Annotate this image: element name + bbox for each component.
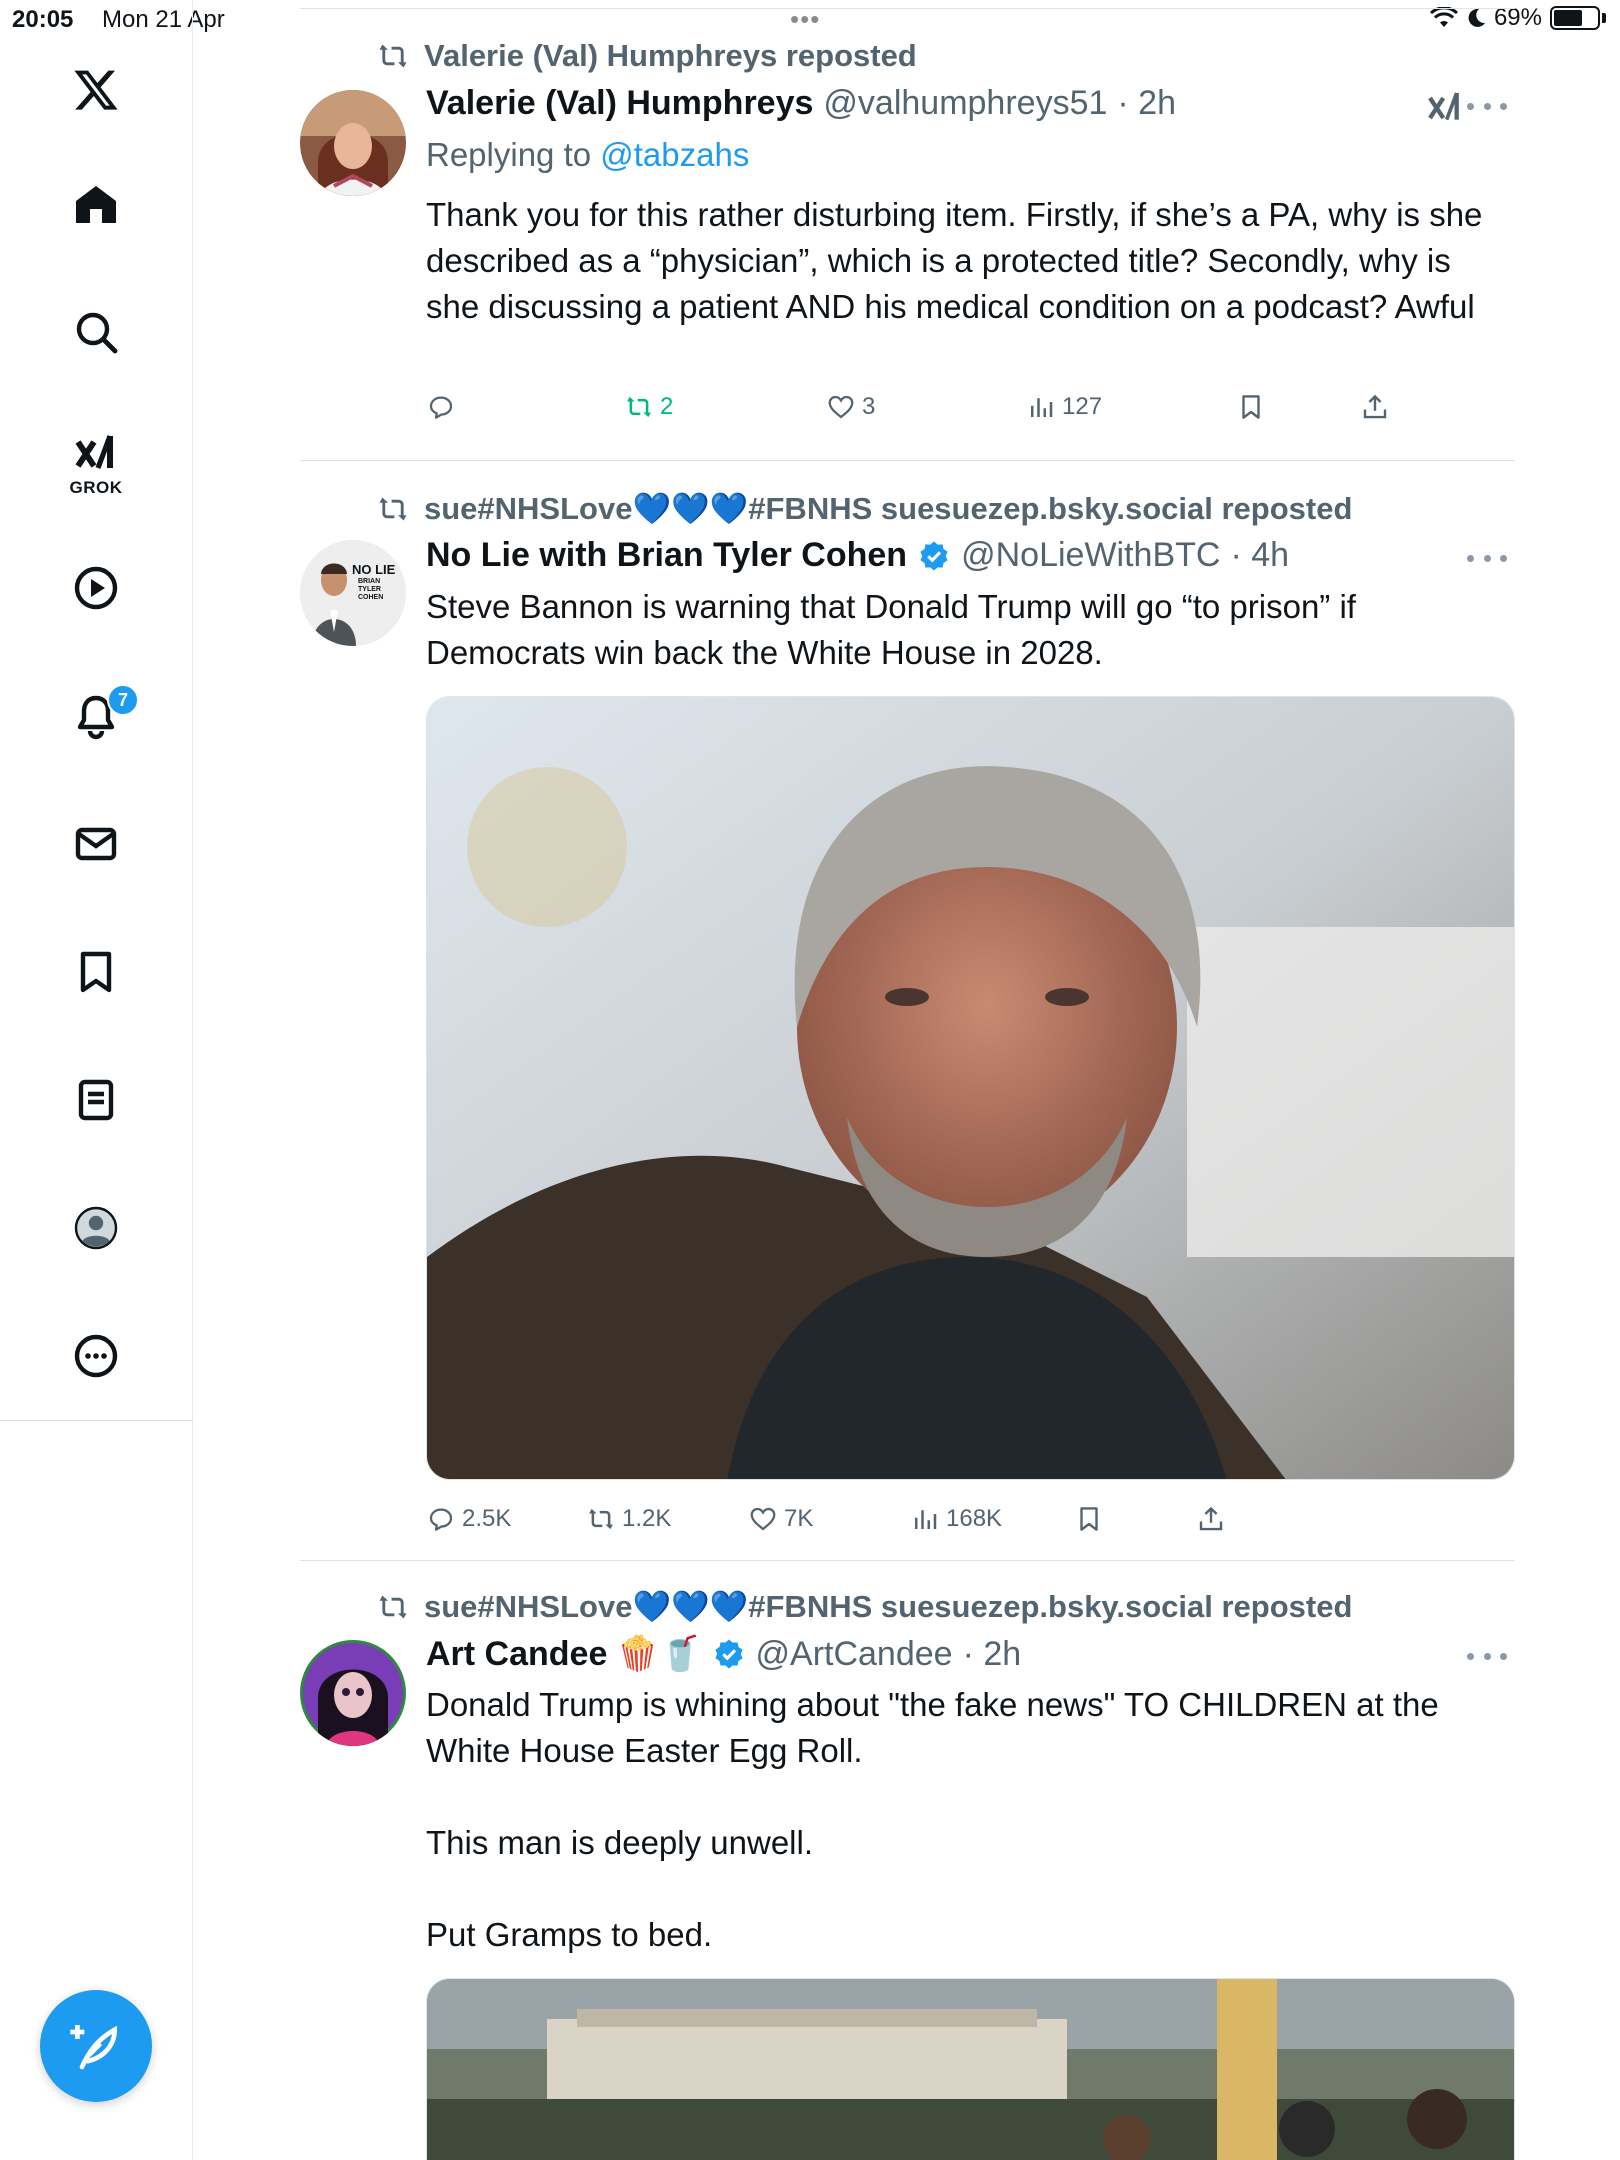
handle[interactable]: @NoLieWithBTC (961, 536, 1220, 575)
repost-icon (379, 1595, 407, 1618)
repost-label: Valerie (Val) Humphreys reposted (424, 38, 917, 73)
sidebar: GROK 7 (0, 0, 193, 2160)
view-count: 127 (1062, 393, 1103, 420)
repost-indicator: Valerie (Val) Humphreys reposted (376, 38, 917, 74)
repost-icon (379, 497, 407, 520)
post-text: Steve Bannon is warning that Donald Trum… (426, 588, 1356, 671)
repost-count: 2 (660, 393, 674, 420)
more-circle-icon[interactable] (66, 1326, 126, 1386)
like-button[interactable]: 7K (748, 1504, 813, 1534)
avatar[interactable]: NO LIE BRIAN TYLER COHEN (300, 540, 406, 646)
handle[interactable]: @valhumphreys51 (823, 84, 1107, 123)
views-button[interactable]: 168K (910, 1504, 1002, 1534)
post-text: Thank you for this rather disturbing ite… (426, 196, 1483, 325)
views-icon (1031, 398, 1053, 417)
repost-button[interactable]: 1.2K (586, 1504, 671, 1534)
search-icon[interactable] (66, 302, 126, 362)
timeline-feed: Valerie (Val) Humphreys reposted Valerie… (300, 0, 1515, 2160)
bookmark-button[interactable] (1074, 1504, 1104, 1534)
envelope-icon[interactable] (66, 814, 126, 874)
verified-badge-icon (712, 1637, 746, 1671)
battery-icon (1550, 6, 1600, 30)
repost-icon (379, 44, 407, 68)
repost-icon (627, 396, 651, 418)
more-options-icon[interactable] (1467, 96, 1507, 116)
post-actions: 2.5K 1.2K 7K 168K (426, 1504, 1511, 1544)
repost-label: sue#NHSLove💙💙💙#FBNHS suesuezep.bsky.soci… (424, 1589, 1353, 1624)
avatar[interactable] (300, 1640, 406, 1746)
repost-count: 1.2K (622, 1505, 672, 1532)
bookmark-icon (1080, 1507, 1098, 1531)
mention-link[interactable]: @tabzahs (600, 136, 749, 173)
display-name[interactable]: Art Candee 🍿🥤 (426, 1634, 702, 1674)
notification-badge: 7 (107, 684, 139, 716)
repost-button[interactable]: 2 (624, 392, 673, 422)
post-image[interactable] (426, 696, 1515, 1480)
views-button[interactable]: 127 (1026, 392, 1102, 422)
repost-icon (589, 1508, 613, 1530)
avatar-brand-text: NO LIE (352, 562, 396, 577)
avatar-brand-subtext: BRIAN TYLER COHEN (358, 578, 384, 601)
grok-icon[interactable] (1425, 88, 1465, 128)
display-name[interactable]: No Lie with Brian Tyler Cohen (426, 536, 907, 575)
post-time[interactable]: · 2h (1117, 84, 1176, 123)
post-time[interactable]: · 2h (963, 1635, 1022, 1674)
bookmark-icon (1242, 395, 1260, 419)
x-logo-icon[interactable] (66, 60, 126, 120)
share-icon (1199, 1506, 1223, 1531)
reply-button[interactable]: 2.5K (426, 1504, 511, 1534)
reply-icon (429, 396, 453, 419)
display-name[interactable]: Valerie (Val) Humphreys (426, 84, 813, 123)
play-icon[interactable] (66, 558, 126, 618)
like-count: 7K (784, 1505, 814, 1532)
compose-button[interactable] (40, 1990, 152, 2102)
grok-icon[interactable] (66, 424, 126, 484)
replying-to: Replying to @tabzahs (426, 136, 749, 174)
verified-badge-icon (917, 539, 951, 573)
post-text: Donald Trump is whining about "the fake … (426, 1686, 1439, 1953)
heart-icon (828, 395, 854, 419)
compose-feather-icon (70, 2025, 118, 2070)
profile-icon[interactable] (66, 1198, 126, 1258)
repost-indicator: sue#NHSLove💙💙💙#FBNHS suesuezep.bsky.soci… (376, 490, 1352, 527)
views-icon (915, 1510, 937, 1529)
home-icon[interactable] (66, 175, 126, 235)
more-options-icon[interactable] (1467, 1646, 1507, 1666)
reply-count: 2.5K (462, 1505, 512, 1532)
avatar[interactable] (300, 90, 406, 196)
list-icon[interactable] (66, 1070, 126, 1130)
share-button[interactable] (1196, 1504, 1226, 1534)
share-button[interactable] (1360, 392, 1390, 422)
bookmark-icon[interactable] (66, 942, 126, 1002)
reply-button[interactable] (426, 392, 462, 422)
post-actions: 2 3 127 (426, 392, 1511, 432)
handle[interactable]: @ArtCandee (756, 1635, 953, 1674)
view-count: 168K (946, 1505, 1003, 1532)
bookmark-button[interactable] (1236, 392, 1266, 422)
more-options-icon[interactable] (1467, 548, 1507, 568)
share-icon (1363, 394, 1387, 419)
replying-prefix: Replying to (426, 136, 601, 173)
like-count: 3 (862, 393, 876, 420)
repost-label: sue#NHSLove💙💙💙#FBNHS suesuezep.bsky.soci… (424, 491, 1353, 526)
heart-icon (750, 1507, 776, 1531)
repost-indicator: sue#NHSLove💙💙💙#FBNHS suesuezep.bsky.soci… (376, 1588, 1352, 1625)
grok-label: GROK (69, 478, 123, 497)
reply-icon (429, 1508, 453, 1531)
post-time[interactable]: · 4h (1230, 536, 1289, 575)
like-button[interactable]: 3 (826, 392, 875, 422)
post-video[interactable] (426, 1978, 1515, 2160)
